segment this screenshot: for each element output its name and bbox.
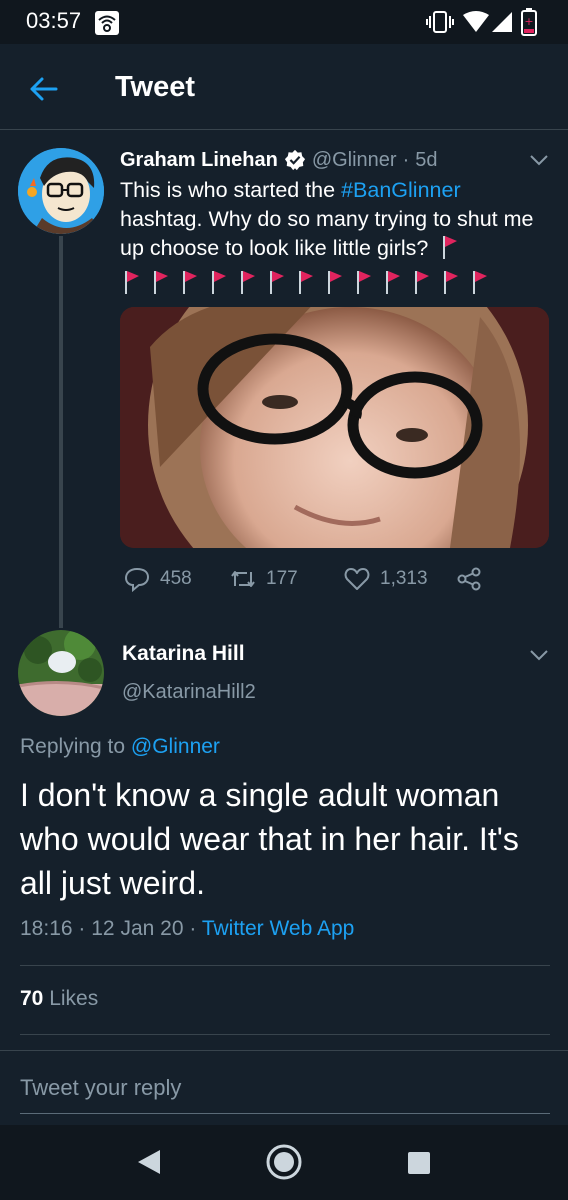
reply-icon xyxy=(124,567,150,592)
thread-connector-line xyxy=(59,236,63,628)
page-title: Tweet xyxy=(115,71,196,103)
replying-to-label: Replying to xyxy=(20,735,126,758)
signal-icon xyxy=(492,12,512,32)
reply-text: I don't know a single adult woman who wo… xyxy=(20,777,519,901)
red-flag-icon xyxy=(357,271,371,294)
meta-separator: · xyxy=(78,917,86,940)
system-nav-bar xyxy=(0,1125,568,1200)
tweet-date: 12 Jan 20 xyxy=(91,917,184,940)
reply-action[interactable]: 458 xyxy=(124,566,192,592)
hotspot-icon xyxy=(95,11,119,35)
reply-author-handle: @KatarinaHill2 xyxy=(122,681,256,703)
tweet-text: This is who started the #BanGlinner hash… xyxy=(120,176,540,263)
hashtag-link[interactable]: #BanGlinner xyxy=(341,178,461,202)
reply-count: 458 xyxy=(160,568,192,589)
tweet-author-row: Graham Linehan @Glinner · 5d xyxy=(120,145,438,175)
handle-age-separator: · xyxy=(402,148,410,171)
like-action[interactable]: 1,313 xyxy=(344,566,428,592)
status-bar: 03:57 + xyxy=(0,0,568,44)
chevron-down-icon[interactable] xyxy=(527,148,551,172)
red-flag-icon xyxy=(443,236,458,259)
tweet-image[interactable] xyxy=(120,307,549,548)
likes-summary[interactable]: 70 Likes xyxy=(20,987,98,1011)
status-time: 03:57 xyxy=(26,8,82,33)
replying-to-line: Replying to @Glinner xyxy=(20,735,220,759)
retweet-icon xyxy=(231,571,255,587)
red-flag-icon xyxy=(270,271,284,294)
meta-separator: · xyxy=(189,917,197,940)
replying-to-link[interactable]: @Glinner xyxy=(131,735,220,758)
nav-back-icon[interactable] xyxy=(136,1148,162,1176)
nav-home-icon[interactable] xyxy=(265,1143,303,1181)
source-app-link[interactable]: Twitter Web App xyxy=(202,917,355,940)
tweet-text-start: This is who started the xyxy=(120,178,342,202)
likes-count: 70 xyxy=(20,987,44,1010)
heart-icon xyxy=(344,568,370,590)
avatar-graham[interactable] xyxy=(18,148,104,234)
wifi-icon xyxy=(463,11,489,32)
tweet-text-end: hashtag. Why do so many trying to shut m… xyxy=(120,207,534,260)
vibrate-icon xyxy=(426,11,454,33)
compose-divider xyxy=(0,1050,568,1051)
tweet-author-handle: @Glinner xyxy=(311,148,397,171)
reply-author-name[interactable]: Katarina Hill xyxy=(122,642,245,666)
share-action[interactable] xyxy=(456,566,482,592)
red-flag-icon xyxy=(212,271,226,294)
red-flag-icon xyxy=(444,271,458,294)
red-flag-icon xyxy=(473,271,487,294)
red-flag-icon xyxy=(328,271,342,294)
verified-badge-icon xyxy=(284,149,305,171)
chevron-down-icon[interactable] xyxy=(527,643,551,667)
battery-low-icon: + xyxy=(521,8,537,36)
divider xyxy=(20,1034,550,1035)
red-flag-icon xyxy=(183,271,197,294)
like-count: 1,313 xyxy=(380,568,428,589)
retweet-action[interactable]: 177 xyxy=(230,566,298,592)
red-flag-icon xyxy=(299,271,313,294)
red-flags-row xyxy=(124,270,488,294)
tweet-actions: 458 177 1,313 xyxy=(124,566,524,596)
red-flag-icon xyxy=(386,271,400,294)
tweet-author-name[interactable]: Graham Linehan xyxy=(120,149,278,172)
back-arrow-icon[interactable] xyxy=(28,74,58,104)
tweet-time: 18:16 xyxy=(20,917,73,940)
likes-label: Likes xyxy=(49,987,99,1010)
tweet-age: 5d xyxy=(415,148,438,171)
red-flag-icon xyxy=(125,271,139,294)
avatar-katarina[interactable] xyxy=(18,630,104,716)
reply-input[interactable]: Tweet your reply xyxy=(20,1070,550,1114)
share-icon xyxy=(457,567,481,591)
divider xyxy=(20,965,550,966)
header-bar: Tweet xyxy=(0,44,568,130)
red-flag-icon xyxy=(154,271,168,294)
nav-recents-icon[interactable] xyxy=(407,1151,431,1175)
retweet-count: 177 xyxy=(266,568,298,589)
svg-text:+: + xyxy=(524,15,533,28)
red-flag-icon xyxy=(415,271,429,294)
tweet-meta: 18:16 · 12 Jan 20 · Twitter Web App xyxy=(20,917,354,941)
red-flag-icon xyxy=(241,271,255,294)
